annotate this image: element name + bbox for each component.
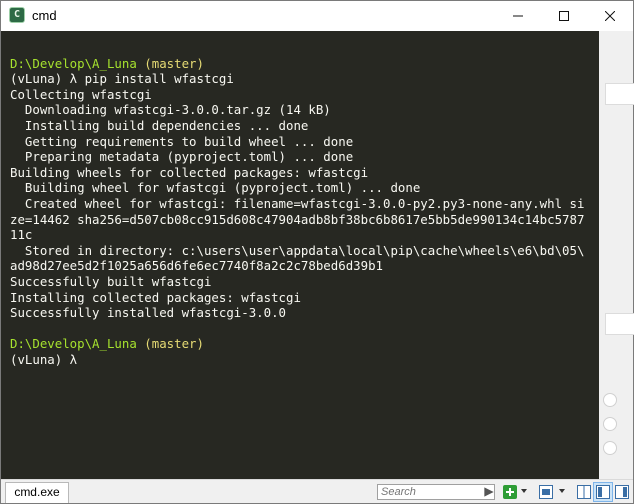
minimize-button[interactable]: [495, 1, 541, 31]
console-line: Stored in directory: c:\users\user\appda…: [10, 242, 585, 259]
background-radio: [603, 417, 617, 431]
status-bar: cmd.exe: [1, 479, 633, 503]
console-line: Building wheels for collected packages: …: [10, 165, 368, 181]
console-text: Successfully installed wfastcgi-3.0.0: [10, 305, 287, 321]
panel-icon: [596, 485, 610, 499]
console-line: Created wheel for wfastcgi: filename=wfa…: [10, 196, 585, 212]
window-title: cmd: [32, 8, 57, 23]
console-text: (vLuna) λ pip install wfastcgi: [10, 71, 234, 87]
panel-toggle-button[interactable]: [593, 482, 613, 502]
prompt-path: D:\Develop\A_Luna: [10, 55, 137, 71]
console-line: Collecting wfastcgi: [10, 87, 152, 103]
close-button[interactable]: [587, 1, 633, 31]
background-window-strip: [599, 31, 634, 479]
console-line: D:\Develop\A_Luna (master): [10, 336, 204, 352]
console-line: (vLuna) λ: [10, 352, 85, 368]
console-text: ad98d27ee5d2f1025a656d6fe6ec7740f8a2c2c7…: [10, 258, 383, 274]
console-text: Stored in directory: c:\users\user\appda…: [10, 242, 585, 258]
console-window: C cmd D:\Develop\A_Luna (master) (vLuna) …: [0, 0, 634, 504]
console-text: Downloading wfastcgi-3.0.0.tar.gz (14 kB…: [10, 102, 331, 118]
close-icon: [605, 11, 615, 21]
dropdown-icon[interactable]: [559, 489, 565, 493]
console-text: Preparing metadata (pyproject.toml) ... …: [10, 149, 354, 165]
split-view-icon[interactable]: [577, 485, 591, 499]
console-line: Installing collected packages: wfastcgi: [10, 290, 301, 306]
console-output[interactable]: D:\Develop\A_Luna (master) (vLuna) λ pip …: [1, 31, 599, 479]
console-text: ze=14462 sha256=d507cb08cc915d608c47904a…: [10, 211, 585, 227]
console-line: Downloading wfastcgi-3.0.0.tar.gz (14 kB…: [10, 102, 331, 118]
git-branch: (master): [136, 55, 204, 71]
console-text: Building wheels for collected packages: …: [10, 164, 369, 180]
panel-icon[interactable]: [615, 485, 629, 499]
maximize-icon: [559, 11, 569, 21]
console-text: Installing build dependencies ... done: [10, 118, 309, 133]
tab-cmd[interactable]: cmd.exe: [5, 482, 69, 503]
console-text: Building wheel for wfastcgi (pyproject.t…: [10, 180, 421, 196]
maximize-button[interactable]: [541, 1, 587, 31]
console-text: Successfully built wfastcgi: [10, 274, 212, 289]
search-icon[interactable]: [482, 485, 496, 499]
add-console-icon[interactable]: [503, 485, 517, 499]
background-radio: [603, 441, 617, 455]
console-line: Preparing metadata (pyproject.toml) ... …: [10, 149, 353, 165]
background-radio: [603, 393, 617, 407]
title-bar[interactable]: C cmd: [1, 1, 633, 31]
console-line: ad98d27ee5d2f1025a656d6fe6ec7740f8a2c2c7…: [10, 258, 383, 274]
console-line: ze=14462 sha256=d507cb08cc915d608c47904a…: [10, 212, 584, 228]
background-field: [605, 83, 634, 105]
console-text: Getting requirements to build wheel ... …: [10, 133, 354, 149]
console-text: Created wheel for wfastcgi: filename=wfa…: [10, 196, 585, 211]
console-line: (vLuna) λ pip install wfastcgi: [10, 71, 234, 87]
background-field: [605, 313, 634, 335]
console-line: Successfully built wfastcgi: [10, 274, 211, 290]
console-line: Getting requirements to build wheel ... …: [10, 134, 353, 150]
console-text: Installing collected packages: wfastcgi: [10, 289, 301, 305]
conemu-icon[interactable]: C: [9, 7, 25, 23]
console-line: 11c: [10, 227, 32, 243]
console-line: D:\Develop\A_Luna (master): [10, 56, 204, 72]
console-line: Installing build dependencies ... done: [10, 118, 309, 134]
console-line: Building wheel for wfastcgi (pyproject.t…: [10, 180, 420, 196]
search-input[interactable]: [377, 484, 495, 500]
console-text: Collecting wfastcgi: [10, 86, 152, 102]
prompt-path: D:\Develop\A_Luna: [10, 336, 137, 352]
git-branch: (master): [136, 336, 204, 352]
minimize-icon: [513, 15, 523, 17]
dropdown-icon[interactable]: [521, 489, 527, 493]
console-text: 11c: [10, 227, 33, 243]
console-layout-icon[interactable]: [539, 485, 553, 499]
console-line: Successfully installed wfastcgi-3.0.0: [10, 305, 286, 321]
console-text: (vLuna) λ: [10, 352, 85, 367]
